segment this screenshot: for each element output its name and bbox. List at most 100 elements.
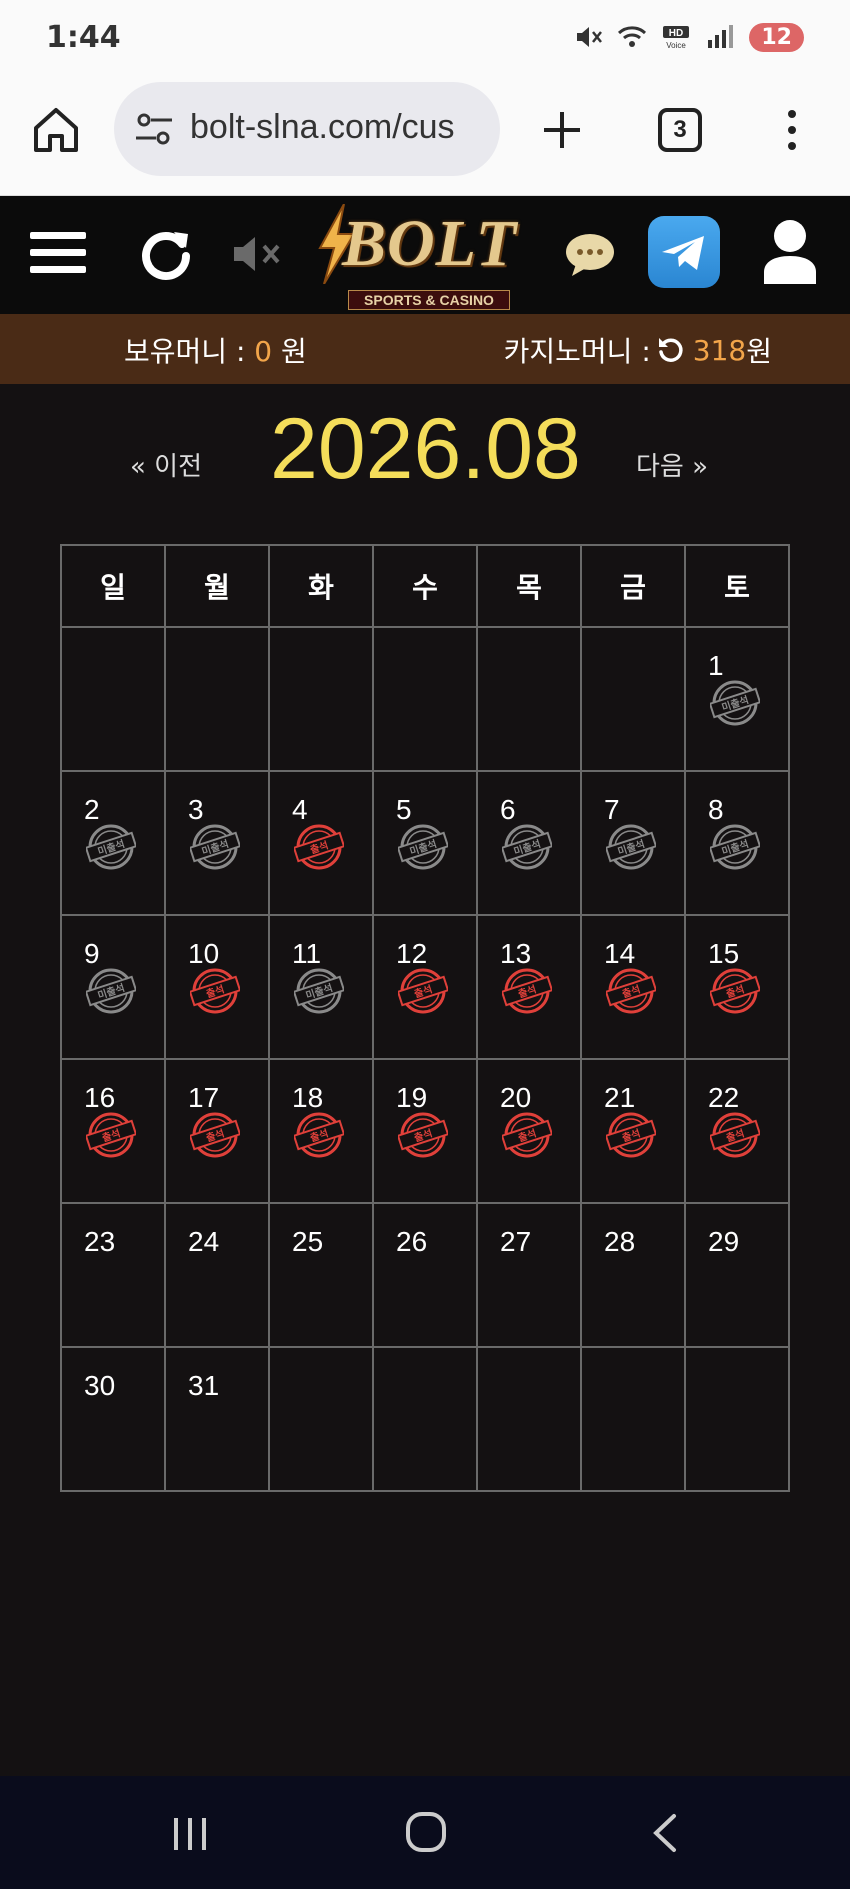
svg-text:HD: HD [669, 28, 683, 39]
present-stamp-icon: 출석 [710, 968, 760, 1014]
calendar-day-cell[interactable]: 27 [476, 1202, 582, 1348]
calendar-day-cell[interactable]: 10 출석 [164, 914, 270, 1060]
mute-icon [577, 27, 603, 47]
day-number: 29 [708, 1226, 740, 1257]
calendar-empty-cell [580, 626, 686, 772]
calendar-day-cell[interactable]: 4 출석 [268, 770, 374, 916]
day-number: 25 [292, 1226, 324, 1257]
prev-month-button[interactable]: « 이전 [130, 446, 202, 483]
absent-stamp-icon: 미출석 [294, 968, 344, 1014]
home-button-icon[interactable] [404, 1810, 448, 1854]
calendar-day-cell[interactable]: 20 출석 [476, 1058, 582, 1204]
calendar-empty-cell [268, 1346, 374, 1492]
url-text: bolt-slna.com/cus [190, 108, 455, 146]
calendar-day-cell[interactable]: 6 미출석 [476, 770, 582, 916]
sound-muted-icon[interactable] [232, 234, 286, 274]
calendar-day-cell[interactable]: 11 미출석 [268, 914, 374, 1060]
held-money-unit: 원 [272, 335, 307, 368]
calendar-day-cell[interactable]: 25 [268, 1202, 374, 1348]
site-logo[interactable]: BOLT SPORTS & CASINO [312, 202, 542, 310]
tab-switcher-button[interactable]: 3 [658, 108, 702, 152]
refresh-icon[interactable] [138, 226, 194, 282]
calendar-day-cell[interactable]: 24 [164, 1202, 270, 1348]
calendar-day-cell[interactable]: 7 미출석 [580, 770, 686, 916]
calendar-empty-cell [580, 1346, 686, 1492]
calendar-empty-cell [476, 1346, 582, 1492]
site-settings-icon[interactable] [134, 112, 174, 146]
held-money-amount: 0 [254, 335, 273, 368]
calendar-day-cell[interactable]: 31 [164, 1346, 270, 1492]
day-number: 26 [396, 1226, 428, 1257]
absent-stamp-icon: 미출석 [86, 824, 136, 870]
system-nav-bar [0, 1776, 850, 1889]
calendar-day-cell[interactable]: 23 [60, 1202, 166, 1348]
present-stamp-icon: 출석 [294, 1112, 344, 1158]
chat-bubble-icon[interactable] [564, 232, 616, 278]
calendar-day-cell[interactable]: 29 [684, 1202, 790, 1348]
recent-apps-icon[interactable] [168, 1814, 212, 1854]
calendar-day-cell[interactable]: 2 미출석 [60, 770, 166, 916]
calendar-day-cell[interactable]: 19 출석 [372, 1058, 478, 1204]
weekday-header: 금 [580, 544, 686, 628]
calendar-day-cell[interactable]: 9 미출석 [60, 914, 166, 1060]
hamburger-menu-icon[interactable] [30, 228, 86, 278]
calendar-day-cell[interactable]: 15 출석 [684, 914, 790, 1060]
refresh-balance-icon[interactable] [657, 336, 685, 364]
calendar-day-cell[interactable]: 18 출석 [268, 1058, 374, 1204]
absent-stamp-icon: 미출석 [86, 968, 136, 1014]
calendar-day-cell[interactable]: 14 출석 [580, 914, 686, 1060]
held-money: 보유머니 : 0 원 [124, 330, 307, 370]
calendar-day-cell[interactable]: 5 미출석 [372, 770, 478, 916]
calendar-body: 1 미출석 2 미출석 3 미출석 4 출석 5 미출석 6 미출석 7 미출석 8 미출석 9 미출석 10 출석 1… [60, 626, 790, 1492]
casino-money-unit: 원 [746, 335, 772, 368]
calendar-day-cell[interactable]: 21 출석 [580, 1058, 686, 1204]
logo-text: BOLT [342, 207, 518, 280]
svg-text:Voice: Voice [667, 41, 687, 50]
weekday-header: 월 [164, 544, 270, 628]
more-options-icon[interactable] [780, 106, 804, 154]
signal-icon [708, 25, 734, 48]
address-bar[interactable]: bolt-slna.com/cus [114, 82, 500, 176]
wifi-icon [618, 26, 647, 47]
calendar-day-cell[interactable]: 22 출석 [684, 1058, 790, 1204]
hd-voice-icon: HD Voice [663, 26, 690, 50]
absent-stamp-icon: 미출석 [190, 824, 240, 870]
calendar-day-cell[interactable]: 1 미출석 [684, 626, 790, 772]
telegram-button[interactable] [648, 216, 720, 288]
calendar-empty-cell [684, 1346, 790, 1492]
present-stamp-icon: 출석 [606, 1112, 656, 1158]
weekday-header-row: 일 월 화 수 목 금 토 [60, 544, 790, 628]
day-number: 30 [84, 1370, 116, 1401]
calendar-empty-cell [372, 626, 478, 772]
attendance-calendar: 일 월 화 수 목 금 토 1 미출석 2 미출석 3 미출석 4 출석 5 미출석 6 미출석 7 미출… [60, 544, 790, 1492]
calendar-day-cell[interactable]: 13 출석 [476, 914, 582, 1060]
calendar-empty-cell [372, 1346, 478, 1492]
calendar-empty-cell [476, 626, 582, 772]
absent-stamp-icon: 미출석 [398, 824, 448, 870]
calendar-day-cell[interactable]: 28 [580, 1202, 686, 1348]
present-stamp-icon: 출석 [190, 1112, 240, 1158]
calendar-day-cell[interactable]: 17 출석 [164, 1058, 270, 1204]
calendar-day-cell[interactable]: 8 미출석 [684, 770, 790, 916]
calendar-day-cell[interactable]: 26 [372, 1202, 478, 1348]
calendar-day-cell[interactable]: 30 [60, 1346, 166, 1492]
calendar-week-row: 16 출석 17 출석 18 출석 19 출석 20 출석 21 출석 22 출석 [60, 1058, 790, 1204]
calendar-day-cell[interactable]: 12 출석 [372, 914, 478, 1060]
absent-stamp-icon: 미출석 [502, 824, 552, 870]
present-stamp-icon: 출석 [190, 968, 240, 1014]
day-number: 31 [188, 1370, 220, 1401]
calendar-day-cell[interactable]: 16 출석 [60, 1058, 166, 1204]
calendar-week-row: 2 미출석 3 미출석 4 출석 5 미출석 6 미출석 7 미출석 8 미출석 [60, 770, 790, 916]
back-icon[interactable] [650, 1812, 680, 1854]
held-money-label: 보유머니 : [124, 335, 255, 368]
day-number: 23 [84, 1226, 116, 1257]
status-time: 1:44 [46, 20, 121, 55]
calendar-week-row: 23 24 25 26 27 28 29 [60, 1202, 790, 1348]
user-profile-icon[interactable] [762, 218, 818, 284]
calendar-day-cell[interactable]: 3 미출석 [164, 770, 270, 916]
home-icon[interactable] [30, 104, 82, 156]
new-tab-icon[interactable] [540, 108, 584, 152]
next-month-button[interactable]: 다음 » [636, 446, 708, 483]
present-stamp-icon: 출석 [502, 968, 552, 1014]
calendar-week-row: 30 31 [60, 1346, 790, 1492]
